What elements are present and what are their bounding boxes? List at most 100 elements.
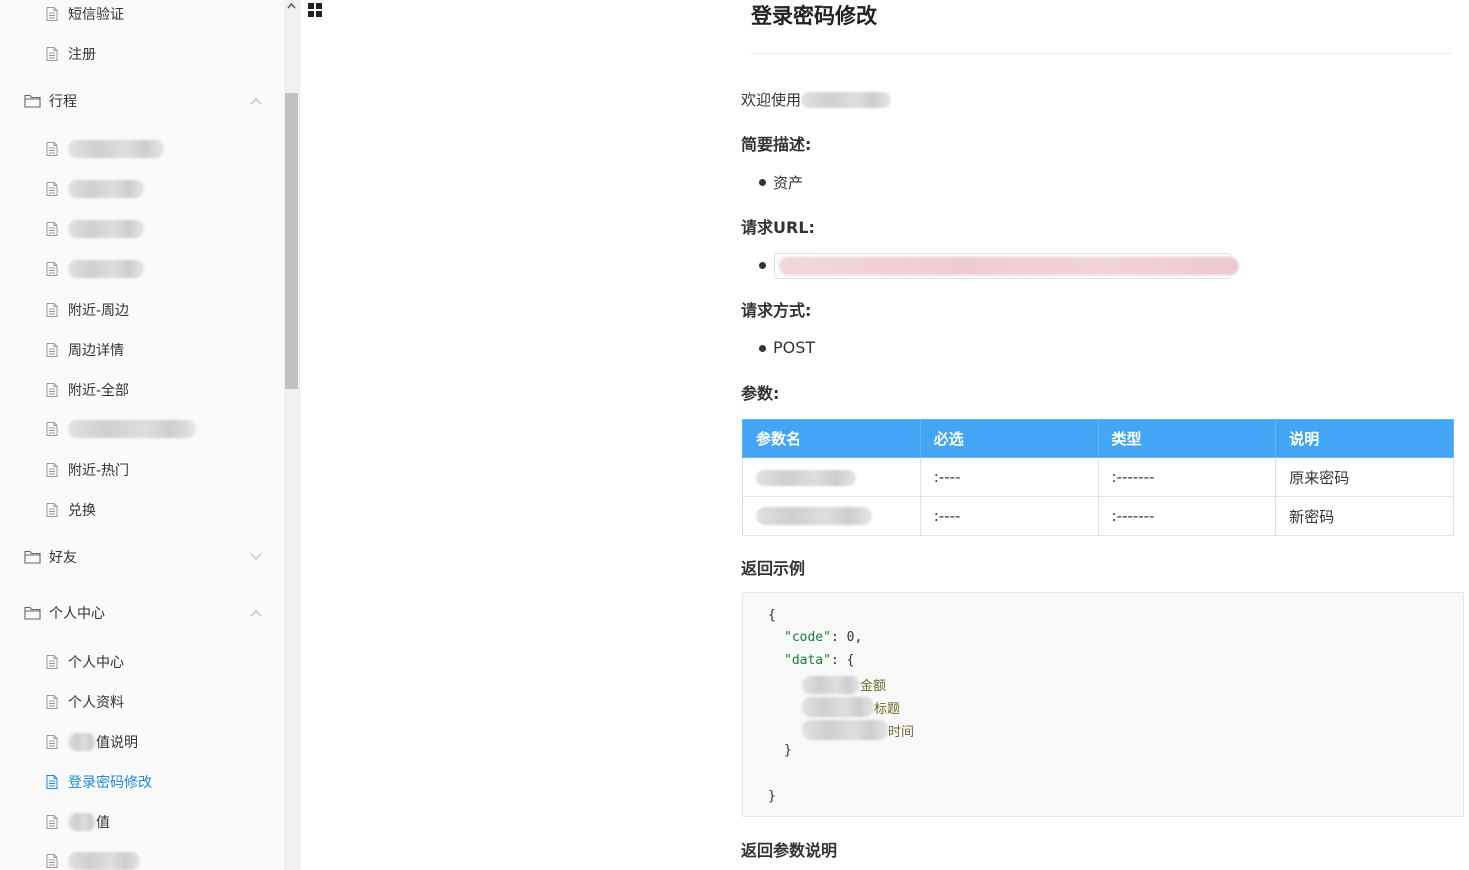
- sidebar-item-sms-verify[interactable]: 短信验证: [44, 4, 124, 24]
- sidebar-item-label: 值: [96, 815, 110, 831]
- document-icon: [46, 142, 58, 156]
- sidebar-scrollbar-thumb[interactable]: [285, 93, 298, 389]
- sidebar-group-personal-center[interactable]: 个人中心: [24, 603, 264, 623]
- document-icon: [46, 655, 58, 669]
- document-icon: [46, 503, 58, 517]
- table-row: :---- :------- 原来密码: [742, 457, 1454, 497]
- document-icon: [46, 854, 58, 868]
- code-line: }: [768, 789, 776, 804]
- params-heading: 参数:: [741, 384, 780, 403]
- return-example-heading: 返回示例: [741, 559, 806, 578]
- json-comment: 时间: [888, 724, 915, 740]
- document-icon: [46, 222, 58, 236]
- sidebar-item-value[interactable]: 值: [44, 812, 110, 832]
- chevron-up-icon: [250, 610, 262, 617]
- return-example-code-block[interactable]: {"code": 0, "data": {金额 标题 时间}}: [742, 592, 1464, 817]
- column-header: 说明: [1275, 419, 1454, 458]
- sidebar-item-label: 登录密码修改: [68, 775, 152, 791]
- json-brace: {: [846, 653, 855, 668]
- param-name-cell: [742, 496, 921, 536]
- sidebar-item-label: 附近-全部: [68, 383, 130, 399]
- sidebar-item-trip-3[interactable]: [44, 220, 144, 238]
- bullet: [759, 179, 766, 186]
- return-params-heading: 返回参数说明: [741, 841, 838, 860]
- sidebar-item-value-desc[interactable]: 值说明: [44, 732, 138, 752]
- redacted-code: [802, 675, 860, 694]
- document-icon: [46, 343, 58, 357]
- sidebar-item-trip-1[interactable]: [44, 140, 164, 158]
- sidebar-group-label: 个人中心: [49, 606, 105, 622]
- sidebar-item-exchange[interactable]: 兑换: [44, 500, 96, 520]
- redacted-label: [68, 220, 144, 238]
- sidebar-item-profile[interactable]: 个人资料: [44, 692, 124, 712]
- sidebar-item-label: 值说明: [96, 735, 138, 751]
- redacted-text: [801, 91, 892, 108]
- request-url-code: [774, 253, 1239, 279]
- document-icon: [46, 775, 58, 789]
- sidebar-group-trip[interactable]: 行程: [24, 91, 264, 111]
- param-name-cell: [742, 457, 921, 497]
- param-required-cell: :----: [919, 457, 1099, 497]
- sidebar-item-nearby-around[interactable]: 附近-周边: [44, 300, 129, 320]
- folder-icon: [24, 606, 41, 620]
- sidebar-item-trip-2[interactable]: [44, 180, 144, 198]
- code-line: 标题: [802, 697, 900, 717]
- redacted-label: [68, 852, 140, 870]
- document-icon: [46, 47, 58, 61]
- document-icon: [46, 695, 58, 709]
- sidebar-item-trip-8[interactable]: [44, 420, 196, 438]
- sidebar-item-register[interactable]: 注册: [44, 44, 96, 64]
- sidebar-item-nearby-hot[interactable]: 附近-热门: [44, 460, 129, 480]
- sidebar-item-personal-6[interactable]: [44, 852, 140, 870]
- redacted-label: [68, 180, 144, 198]
- chevron-down-icon: [250, 553, 262, 560]
- code-line: "data": {: [784, 653, 855, 668]
- params-table: 参数名 必选 类型 说明 :---- :------- 原来密码 :---- :…: [742, 419, 1454, 536]
- bullet: [759, 345, 766, 352]
- sidebar-group-label: 好友: [49, 550, 77, 566]
- document-icon: [46, 815, 58, 829]
- column-header: 必选: [919, 419, 1099, 458]
- sidebar-item-personal-center[interactable]: 个人中心: [44, 652, 124, 672]
- code-line: {: [768, 608, 776, 623]
- document-icon: [46, 383, 58, 397]
- sidebar-group-friends[interactable]: 好友: [24, 547, 264, 567]
- folder-icon: [24, 550, 41, 564]
- redacted-label: [68, 420, 196, 438]
- param-type-cell: :-------: [1097, 496, 1277, 536]
- sidebar-item-trip-4[interactable]: [44, 260, 144, 278]
- document-icon: [46, 262, 58, 276]
- column-header: 类型: [1097, 419, 1277, 458]
- sidebar-item-label: 兑换: [68, 503, 96, 519]
- grid-menu-icon[interactable]: [307, 2, 323, 18]
- redacted-url: [779, 257, 1239, 275]
- document-icon: [46, 182, 58, 196]
- document-icon: [46, 303, 58, 317]
- scroll-up-arrow-icon[interactable]: [285, 0, 298, 12]
- param-type-cell: :-------: [1097, 457, 1277, 497]
- folder-icon: [24, 94, 41, 108]
- sidebar-item-change-login-password[interactable]: 登录密码修改: [44, 772, 152, 792]
- param-desc-cell: 原来密码: [1275, 457, 1454, 497]
- divider: [299, 0, 300, 870]
- page-title: 登录密码修改: [751, 4, 877, 28]
- sidebar-group-label: 行程: [49, 94, 77, 110]
- document-icon: [46, 735, 58, 749]
- summary-item: 资产: [773, 174, 804, 192]
- redacted-param-name: [756, 507, 872, 526]
- sidebar-item-around-detail[interactable]: 周边详情: [44, 340, 124, 360]
- table-header-row: 参数名 必选 类型 说明: [742, 419, 1454, 458]
- sidebar-item-label: 个人中心: [68, 655, 124, 671]
- method-value: POST: [773, 338, 816, 357]
- sidebar-item-label: 附近-周边: [68, 303, 130, 319]
- json-comment: 标题: [874, 701, 901, 717]
- column-header: 参数名: [742, 419, 921, 458]
- sidebar-item-label: 附近-热门: [68, 463, 130, 479]
- welcome-line: 欢迎使用: [741, 89, 892, 110]
- redacted-param-name: [756, 469, 856, 486]
- title-divider: [751, 53, 1452, 54]
- bullet: [759, 262, 766, 269]
- chevron-up-icon: [250, 98, 262, 105]
- table-row: :---- :------- 新密码: [742, 496, 1454, 536]
- sidebar-item-nearby-all[interactable]: 附近-全部: [44, 380, 129, 400]
